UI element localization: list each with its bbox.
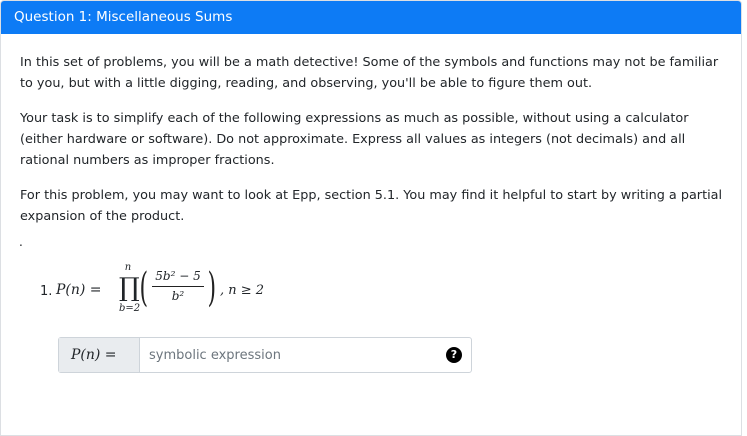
help-button[interactable]: ? <box>437 338 471 372</box>
answer-input-group: P(n) = ? <box>58 337 472 373</box>
problem-lhs: P(n) = <box>56 282 102 298</box>
question-circle-icon[interactable]: ? <box>446 347 462 363</box>
product-symbol: ∏ <box>119 273 140 303</box>
fraction-denominator: b² <box>171 289 185 303</box>
product-lower-limit: b=2 <box>119 303 141 314</box>
question-title: Question 1: Miscellaneous Sums <box>1 1 741 34</box>
fraction-numerator: 5b² − 5 <box>155 269 201 283</box>
separator-dot: . <box>19 235 23 249</box>
question-body: In this set of problems, you will be a m… <box>1 34 741 249</box>
right-paren: ) <box>207 265 217 311</box>
fraction: 5b² − 5 b² <box>148 268 208 305</box>
task-paragraph: Your task is to simplify each of the fol… <box>20 111 689 168</box>
intro-paragraph: In this set of problems, you will be a m… <box>20 55 719 91</box>
product-operator: n ∏ b=2 <box>119 262 141 316</box>
answer-label: P(n) = <box>59 338 140 372</box>
problem-expression: 1. P(n) = n ∏ b=2 ( 5b² − 5 b² ) , n ≥ 2 <box>40 262 300 326</box>
hint-paragraph: For this problem, you may want to look a… <box>20 188 723 224</box>
problem-condition: , n ≥ 2 <box>220 283 265 298</box>
answer-input[interactable] <box>140 338 437 372</box>
left-paren: ( <box>139 265 149 311</box>
fraction-bar <box>152 286 204 287</box>
problem-number: 1. <box>40 284 53 299</box>
